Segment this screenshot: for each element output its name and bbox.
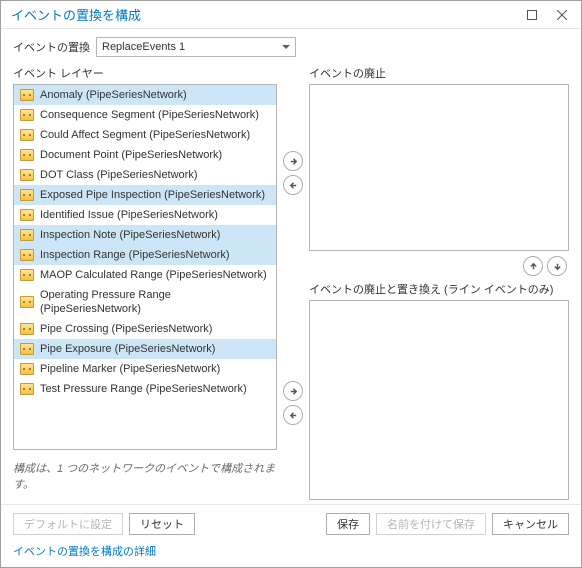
main-columns: イベント レイヤー Anomaly (PipeSeriesNetwork) Con…	[13, 65, 569, 500]
right-column: イベントの廃止 イベントの廃止と置き換え (ライン イベントのみ)	[309, 65, 569, 500]
move-left-top-button[interactable]	[283, 175, 303, 195]
list-item[interactable]: Consequence Segment (PipeSeriesNetwork)	[14, 105, 276, 125]
move-right-top-button[interactable]	[283, 151, 303, 171]
arrow-right-icon	[289, 157, 298, 166]
cancel-button[interactable]: キャンセル	[492, 513, 569, 535]
layer-icon	[20, 323, 34, 335]
titlebar: イベントの置換を構成	[1, 1, 581, 29]
maximize-icon	[527, 10, 537, 20]
layer-icon	[20, 189, 34, 201]
layer-icon	[20, 89, 34, 101]
layer-icon	[20, 343, 34, 355]
list-item-label: Could Affect Segment (PipeSeriesNetwork)	[40, 128, 250, 142]
list-item[interactable]: Pipeline Marker (PipeSeriesNetwork)	[14, 359, 276, 379]
layer-icon	[20, 363, 34, 375]
arrow-up-icon	[529, 262, 538, 271]
event-layers-panel: イベント レイヤー Anomaly (PipeSeriesNetwork) Con…	[13, 65, 277, 500]
titlebar-buttons	[517, 3, 577, 27]
move-down-button[interactable]	[547, 256, 567, 276]
close-icon	[557, 10, 567, 20]
dialog-footer: デフォルトに設定 リセット 保存 名前を付けて保存 キャンセル イベントの置換を…	[1, 504, 581, 567]
footnote-text: 構成は、1 つのネットワークのイベントで構成されます。	[13, 460, 277, 492]
move-up-button[interactable]	[523, 256, 543, 276]
retire-events-label: イベントの廃止	[309, 65, 569, 81]
save-button[interactable]: 保存	[326, 513, 370, 535]
list-item[interactable]: Pipe Exposure (PipeSeriesNetwork)	[14, 339, 276, 359]
list-item[interactable]: MAOP Calculated Range (PipeSeriesNetwork…	[14, 265, 276, 285]
layer-icon	[20, 249, 34, 261]
event-layers-list[interactable]: Anomaly (PipeSeriesNetwork) Consequence S…	[13, 84, 277, 450]
layer-icon	[20, 209, 34, 221]
chevron-down-icon	[282, 43, 290, 51]
list-item-label: Inspection Range (PipeSeriesNetwork)	[40, 248, 230, 262]
list-item[interactable]: DOT Class (PipeSeriesNetwork)	[14, 165, 276, 185]
layer-icon	[20, 269, 34, 281]
retire-events-list[interactable]	[309, 84, 569, 251]
footer-buttons-row: デフォルトに設定 リセット 保存 名前を付けて保存 キャンセル	[13, 513, 569, 535]
save-as-button[interactable]: 名前を付けて保存	[376, 513, 486, 535]
layer-icon	[20, 383, 34, 395]
move-left-bottom-button[interactable]	[283, 405, 303, 425]
learn-more-link[interactable]: イベントの置換を構成の詳細	[13, 543, 156, 559]
replace-events-value: ReplaceEvents 1	[102, 41, 282, 53]
layer-icon	[20, 229, 34, 241]
list-item[interactable]: Exposed Pipe Inspection (PipeSeriesNetwo…	[14, 185, 276, 205]
event-layers-label: イベント レイヤー	[13, 65, 277, 81]
list-item[interactable]: Inspection Note (PipeSeriesNetwork)	[14, 225, 276, 245]
layer-icon	[20, 296, 34, 308]
list-item[interactable]: Inspection Range (PipeSeriesNetwork)	[14, 245, 276, 265]
move-right-bottom-button[interactable]	[283, 381, 303, 401]
arrow-left-icon	[289, 411, 298, 420]
dialog-content: イベントの置換 ReplaceEvents 1 イベント レイヤー Anomal…	[1, 29, 581, 504]
transfer-buttons-column	[281, 65, 305, 500]
retire-replace-label: イベントの廃止と置き換え (ライン イベントのみ)	[309, 281, 569, 297]
defaults-button[interactable]: デフォルトに設定	[13, 513, 123, 535]
list-item-label: Exposed Pipe Inspection (PipeSeriesNetwo…	[40, 188, 265, 202]
maximize-button[interactable]	[517, 3, 547, 27]
replace-events-label: イベントの置換	[13, 39, 90, 55]
layer-icon	[20, 129, 34, 141]
list-item-label: Pipe Exposure (PipeSeriesNetwork)	[40, 342, 215, 356]
list-item-label: Inspection Note (PipeSeriesNetwork)	[40, 228, 220, 242]
list-item-label: Consequence Segment (PipeSeriesNetwork)	[40, 108, 259, 122]
list-item-label: Identified Issue (PipeSeriesNetwork)	[40, 208, 218, 222]
reset-button[interactable]: リセット	[129, 513, 195, 535]
arrow-down-icon	[553, 262, 562, 271]
list-item-label: Operating Pressure Range (PipeSeriesNetw…	[40, 288, 270, 316]
list-item[interactable]: Identified Issue (PipeSeriesNetwork)	[14, 205, 276, 225]
dialog-title: イベントの置換を構成	[11, 5, 517, 24]
arrow-left-icon	[289, 181, 298, 190]
list-item-label: Document Point (PipeSeriesNetwork)	[40, 148, 222, 162]
layer-icon	[20, 149, 34, 161]
list-item[interactable]: Test Pressure Range (PipeSeriesNetwork)	[14, 379, 276, 399]
list-item-label: Pipe Crossing (PipeSeriesNetwork)	[40, 322, 212, 336]
list-item-label: DOT Class (PipeSeriesNetwork)	[40, 168, 198, 182]
list-item-label: Anomaly (PipeSeriesNetwork)	[40, 88, 187, 102]
dialog-window: イベントの置換を構成 イベントの置換 ReplaceEvents 1 イベント …	[0, 0, 582, 568]
reorder-controls	[309, 251, 569, 281]
layer-icon	[20, 109, 34, 121]
replace-events-combo[interactable]: ReplaceEvents 1	[96, 37, 296, 57]
retire-events-panel: イベントの廃止	[309, 65, 569, 251]
list-item[interactable]: Could Affect Segment (PipeSeriesNetwork)	[14, 125, 276, 145]
list-item[interactable]: Operating Pressure Range (PipeSeriesNetw…	[14, 285, 276, 319]
list-item-label: Test Pressure Range (PipeSeriesNetwork)	[40, 382, 247, 396]
list-item[interactable]: Anomaly (PipeSeriesNetwork)	[14, 85, 276, 105]
close-button[interactable]	[547, 3, 577, 27]
list-item-label: Pipeline Marker (PipeSeriesNetwork)	[40, 362, 220, 376]
retire-replace-list[interactable]	[309, 300, 569, 500]
arrow-right-icon	[289, 387, 298, 396]
layer-icon	[20, 169, 34, 181]
replace-events-row: イベントの置換 ReplaceEvents 1	[13, 37, 569, 57]
list-item-label: MAOP Calculated Range (PipeSeriesNetwork…	[40, 268, 267, 282]
retire-replace-panel: イベントの廃止と置き換え (ライン イベントのみ)	[309, 281, 569, 500]
list-item[interactable]: Pipe Crossing (PipeSeriesNetwork)	[14, 319, 276, 339]
list-item[interactable]: Document Point (PipeSeriesNetwork)	[14, 145, 276, 165]
